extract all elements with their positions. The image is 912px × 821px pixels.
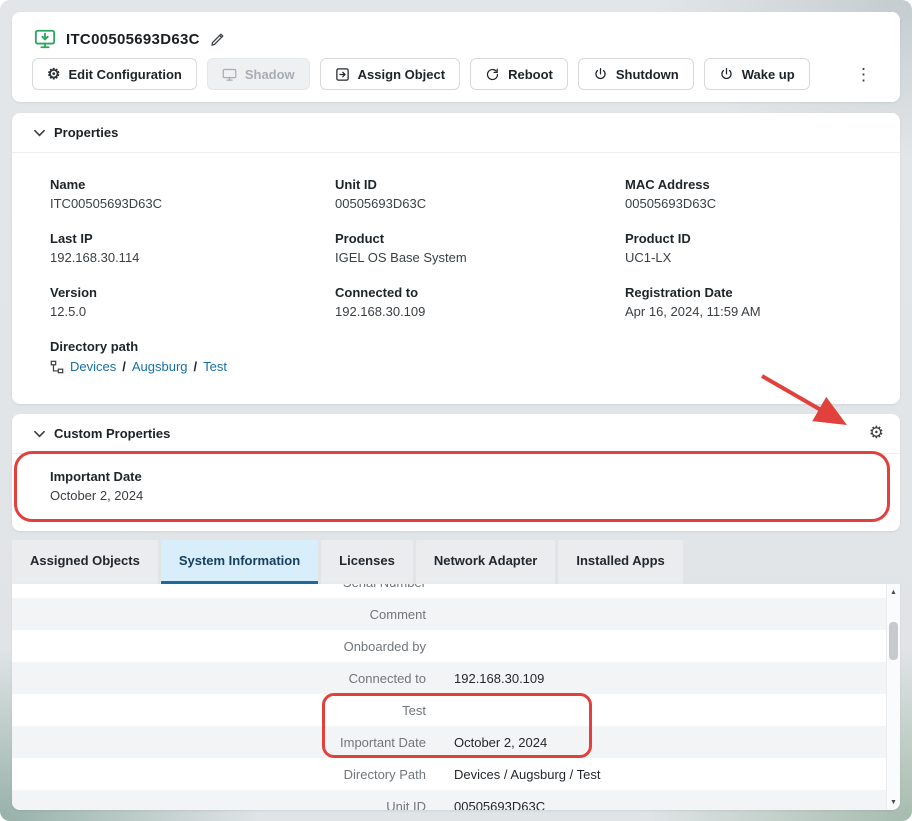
title-row: ITC00505693D63C: [12, 12, 900, 56]
more-actions-kebab-icon[interactable]: ⋮: [849, 62, 878, 87]
reboot-button[interactable]: Reboot: [470, 58, 568, 90]
assign-object-button[interactable]: Assign Object: [320, 58, 460, 90]
breadcrumb-link-test[interactable]: Test: [203, 359, 227, 374]
table-row-serial-number: Serial Number: [12, 584, 886, 598]
directory-path-block: Directory path Devices / Augsburg / Test: [50, 339, 880, 374]
properties-section-header[interactable]: Properties: [12, 113, 900, 153]
power-icon: [593, 67, 608, 82]
table-row-important-date: Important Date October 2, 2024: [12, 726, 886, 758]
page: ITC00505693D63C ⚙ Edit Configuration Sha…: [0, 0, 912, 821]
assign-icon: [335, 67, 350, 82]
system-information-table-card: Serial Number Comment Onboarded by Conne…: [12, 584, 900, 810]
monitor-icon: [222, 67, 237, 82]
detail-tabs: Assigned Objects System Information Lice…: [12, 540, 683, 584]
edit-title-pencil-icon[interactable]: [210, 32, 225, 47]
property-field-registration-date: Registration Date Apr 16, 2024, 11:59 AM: [625, 285, 880, 319]
tab-assigned-objects[interactable]: Assigned Objects: [12, 540, 158, 584]
property-field-last-ip: Last IP 192.168.30.114: [50, 231, 335, 265]
breadcrumb-link-augsburg[interactable]: Augsburg: [132, 359, 188, 374]
device-header-card: ITC00505693D63C ⚙ Edit Configuration Sha…: [12, 12, 900, 102]
property-field-name: Name ITC00505693D63C: [50, 177, 335, 211]
table-row-connected-to: Connected to 192.168.30.109: [12, 662, 886, 694]
table-row-comment: Comment: [12, 598, 886, 630]
tab-installed-apps[interactable]: Installed Apps: [558, 540, 682, 584]
properties-card: Properties Name ITC00505693D63C Unit ID …: [12, 113, 900, 404]
reboot-icon: [485, 67, 500, 82]
chevron-down-icon: [34, 129, 45, 137]
page-title: ITC00505693D63C: [66, 31, 200, 48]
property-field-unit-id: Unit ID 00505693D63C: [335, 177, 625, 211]
properties-content: Name ITC00505693D63C Unit ID 00505693D63…: [12, 153, 900, 374]
breadcrumb: Devices / Augsburg / Test: [50, 359, 880, 374]
edit-configuration-button[interactable]: ⚙ Edit Configuration: [32, 58, 197, 90]
properties-section-title: Properties: [54, 125, 118, 140]
custom-properties-section-title: Custom Properties: [54, 426, 170, 441]
property-field-mac-address: MAC Address 00505693D63C: [625, 177, 880, 211]
tab-network-adapter[interactable]: Network Adapter: [416, 540, 556, 584]
tab-licenses[interactable]: Licenses: [321, 540, 413, 584]
tab-system-information[interactable]: System Information: [161, 540, 318, 584]
property-field-version: Version 12.5.0: [50, 285, 335, 319]
chevron-down-icon: [34, 430, 45, 438]
property-field-product-id: Product ID UC1-LX: [625, 231, 880, 265]
wake-up-button[interactable]: Wake up: [704, 58, 810, 90]
table-row-test: Test: [12, 694, 886, 726]
device-icon: [34, 28, 56, 50]
gear-icon: ⚙: [47, 67, 60, 82]
tree-icon: [50, 360, 64, 374]
table-row-onboarded-by: Onboarded by: [12, 630, 886, 662]
custom-properties-card: Custom Properties ⚙ Important Date Octob…: [12, 414, 900, 531]
toolbar: ⚙ Edit Configuration Shadow Assign Objec…: [12, 56, 900, 90]
breadcrumb-link-devices[interactable]: Devices: [70, 359, 116, 374]
scroll-up-icon[interactable]: ▲: [887, 585, 900, 599]
custom-properties-content: Important Date October 2, 2024: [12, 454, 900, 503]
shadow-button[interactable]: Shadow: [207, 58, 310, 90]
scrollbar-thumb[interactable]: [889, 622, 898, 660]
scroll-down-icon[interactable]: ▼: [887, 795, 900, 809]
property-field-connected-to: Connected to 192.168.30.109: [335, 285, 625, 319]
system-information-table: Serial Number Comment Onboarded by Conne…: [12, 584, 886, 810]
power-icon: [719, 67, 734, 82]
table-row-directory-path: Directory Path Devices / Augsburg / Test: [12, 758, 886, 790]
vertical-scrollbar[interactable]: ▲ ▼: [886, 584, 900, 810]
custom-property-important-date: Important Date October 2, 2024: [50, 469, 880, 503]
property-field-product: Product IGEL OS Base System: [335, 231, 625, 265]
shutdown-button[interactable]: Shutdown: [578, 58, 694, 90]
custom-properties-gear-icon[interactable]: ⚙: [869, 424, 884, 441]
custom-properties-section-header[interactable]: Custom Properties ⚙: [12, 414, 900, 454]
table-row-unit-id: Unit ID 00505693D63C: [12, 790, 886, 810]
